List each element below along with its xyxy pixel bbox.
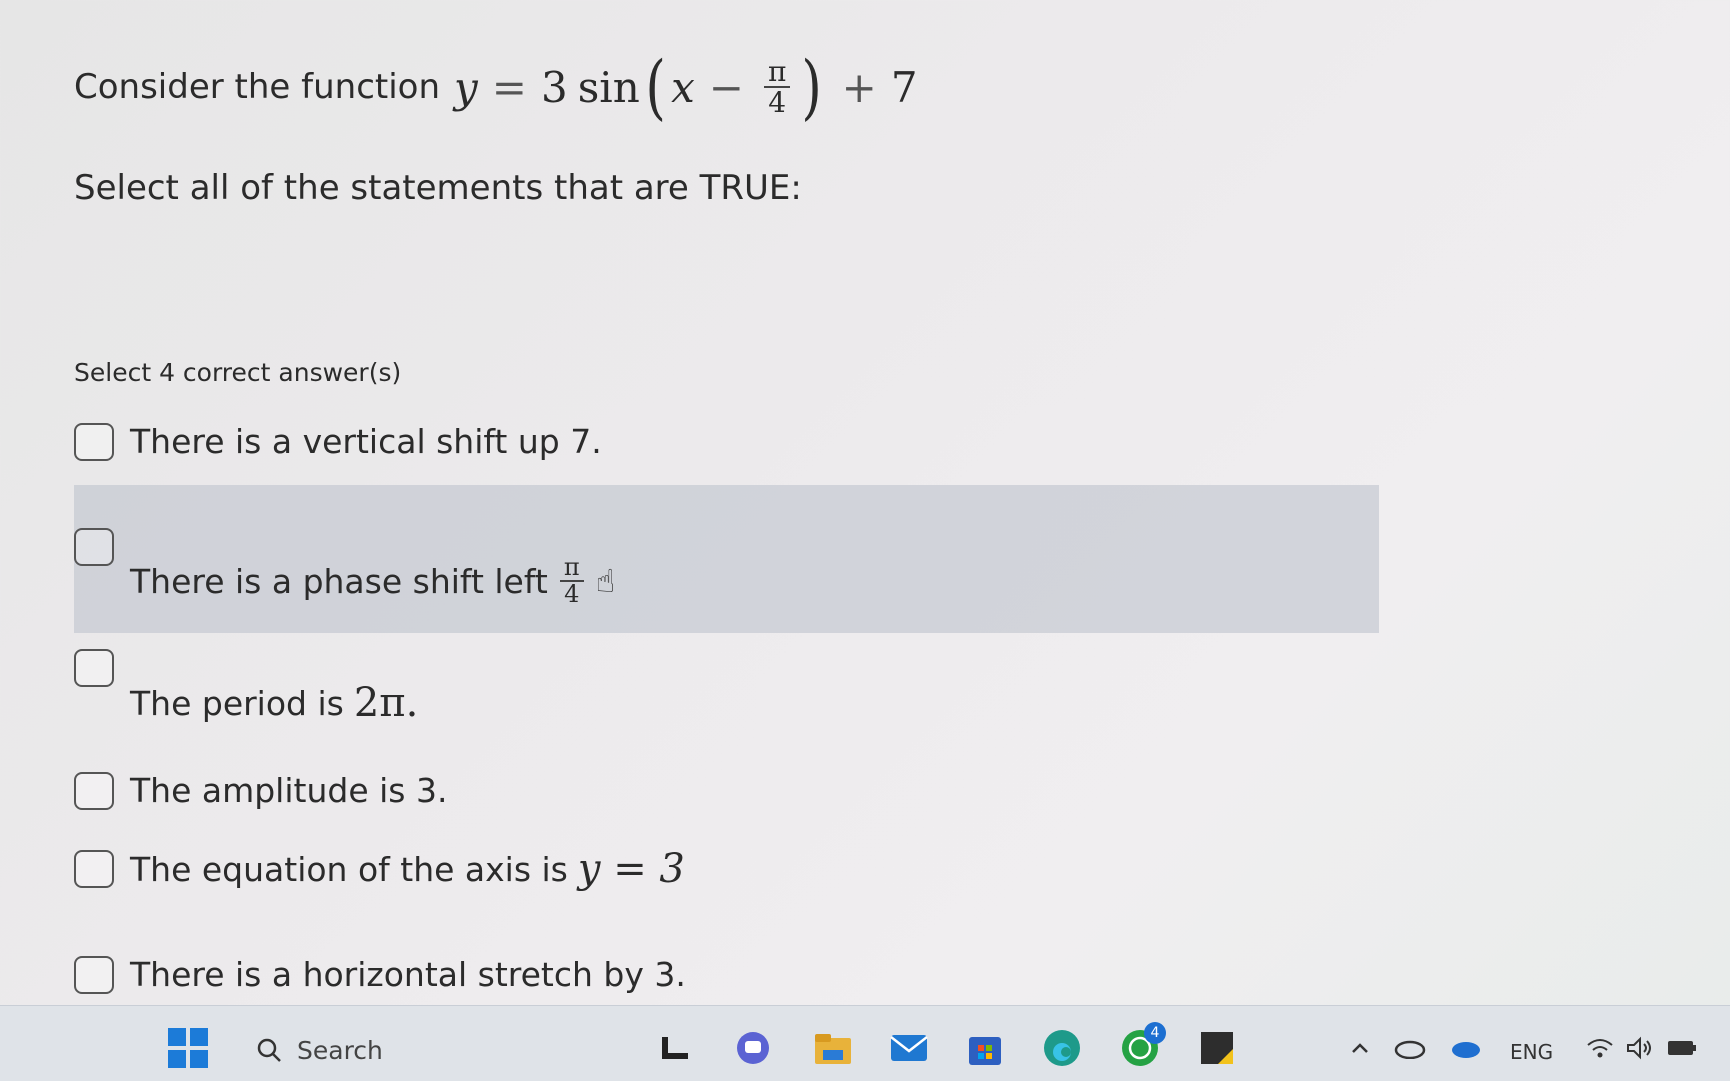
option-frac-num: π bbox=[559, 554, 584, 583]
option-vertical-shift[interactable]: There is a vertical shift up 7. bbox=[74, 422, 602, 461]
formula-close-paren: ) bbox=[801, 46, 823, 128]
wifi-icon[interactable] bbox=[1580, 1028, 1620, 1068]
option-amplitude[interactable]: The amplitude is 3. bbox=[74, 771, 447, 810]
option-checkbox[interactable] bbox=[74, 649, 114, 687]
option-label: The equation of the axis is y = 3 bbox=[130, 846, 685, 892]
formula-func: sin bbox=[577, 62, 640, 112]
formula-frac-den: 4 bbox=[768, 86, 787, 119]
tray-chevron-icon[interactable] bbox=[1340, 1028, 1380, 1068]
formula-x: x bbox=[671, 62, 695, 112]
question-intro: Consider the function bbox=[74, 67, 441, 107]
option-checkbox[interactable] bbox=[74, 771, 114, 810]
formula-coef: 3 bbox=[540, 62, 568, 112]
option-checkbox[interactable] bbox=[74, 955, 114, 994]
option-fraction: π 4 bbox=[559, 554, 584, 609]
search-icon bbox=[257, 1038, 281, 1062]
option-label: There is a phase shift left π 4 ☝ bbox=[130, 554, 616, 609]
sticky-notes-icon[interactable] bbox=[1197, 1028, 1237, 1068]
formula-open-paren: ( bbox=[645, 46, 666, 128]
store-icon[interactable] bbox=[965, 1028, 1005, 1068]
option-label-text: The equation of the axis is bbox=[130, 849, 568, 889]
option-math: 2π. bbox=[353, 680, 419, 726]
quiz-page: Consider the function y = 3 sin ( x − π … bbox=[0, 0, 1730, 1005]
option-label: The amplitude is 3. bbox=[130, 771, 448, 810]
taskbar-search[interactable]: Search bbox=[255, 1030, 383, 1070]
task-view-icon[interactable] bbox=[655, 1028, 695, 1068]
file-explorer-icon[interactable] bbox=[813, 1028, 853, 1068]
question-instruction: Select all of the statements that are TR… bbox=[74, 168, 802, 208]
onedrive-icon[interactable] bbox=[1390, 1028, 1430, 1068]
windows-start-icon[interactable] bbox=[168, 1028, 208, 1068]
chat-icon[interactable] bbox=[733, 1028, 773, 1068]
option-period[interactable]: The period is 2π. bbox=[74, 640, 418, 726]
formula-minus: − bbox=[708, 62, 744, 112]
formula-equals: = bbox=[491, 62, 527, 112]
option-label-text: There is a phase shift left bbox=[130, 561, 548, 601]
formula-const: 7 bbox=[890, 62, 918, 112]
option-label: There is a vertical shift up 7. bbox=[130, 422, 602, 461]
language-indicator[interactable]: ENG bbox=[1510, 1040, 1553, 1064]
function-formula: y = 3 sin ( x − π 4 ) + 7 bbox=[454, 52, 918, 122]
question-title: Consider the function y = 3 sin ( x − π … bbox=[74, 52, 918, 122]
volume-icon[interactable] bbox=[1620, 1028, 1660, 1068]
search-label: Search bbox=[297, 1035, 383, 1065]
formula-fraction: π 4 bbox=[763, 56, 791, 119]
answer-hint: Select 4 correct answer(s) bbox=[74, 358, 402, 387]
option-axis[interactable]: The equation of the axis is y = 3 bbox=[74, 846, 685, 892]
mail-icon[interactable] bbox=[889, 1028, 929, 1068]
cloud-icon[interactable] bbox=[1446, 1028, 1486, 1068]
option-checkbox[interactable] bbox=[74, 850, 114, 888]
hand-cursor-icon: ☝ bbox=[595, 562, 616, 601]
option-label: The period is 2π. bbox=[130, 680, 418, 726]
edge-icon[interactable] bbox=[1042, 1028, 1082, 1068]
notification-badge: 4 bbox=[1144, 1022, 1166, 1044]
formula-y: y bbox=[454, 62, 478, 112]
option-checkbox[interactable] bbox=[74, 422, 114, 461]
formula-frac-num: π bbox=[763, 56, 791, 88]
option-frac-den: 4 bbox=[564, 580, 580, 609]
battery-icon[interactable] bbox=[1662, 1028, 1702, 1068]
option-phase-shift[interactable]: There is a phase shift left π 4 ☝ bbox=[74, 497, 615, 607]
option-horizontal-stretch[interactable]: There is a horizontal stretch by 3. bbox=[74, 955, 686, 994]
option-label: There is a horizontal stretch by 3. bbox=[130, 955, 686, 994]
formula-plus: + bbox=[841, 62, 877, 112]
option-checkbox[interactable] bbox=[74, 528, 114, 567]
option-math: y = 3 bbox=[577, 846, 685, 892]
option-label-text: The period is bbox=[130, 683, 344, 723]
